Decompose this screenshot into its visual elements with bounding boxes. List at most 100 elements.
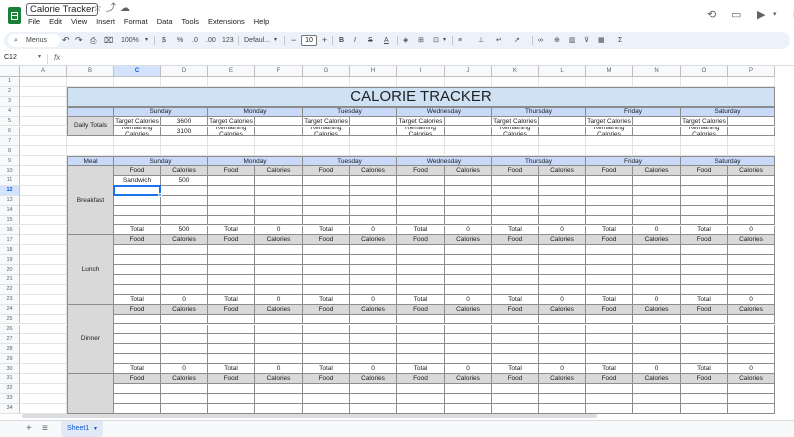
sheets-logo-icon[interactable] (8, 7, 21, 24)
row-header[interactable]: 16 (0, 225, 20, 236)
food-column-header[interactable]: Food (114, 166, 161, 176)
remaining-calories-label[interactable]: Remaining Calories (586, 126, 633, 137)
calories-entry[interactable] (445, 383, 492, 394)
food-column-header[interactable]: Food (208, 304, 255, 315)
food-entry[interactable] (208, 284, 255, 295)
calories-entry[interactable] (445, 265, 492, 275)
food-entry[interactable] (397, 195, 445, 206)
target-calories-label[interactable]: Target Calories (397, 116, 445, 127)
grid-cell[interactable] (492, 77, 539, 87)
calories-entry[interactable] (255, 334, 303, 345)
food-entry[interactable] (681, 334, 728, 345)
calories-entry[interactable] (539, 265, 586, 275)
food-entry[interactable] (492, 245, 539, 256)
grid-cell[interactable] (161, 77, 208, 87)
grid-cell[interactable] (20, 205, 67, 216)
meal-day-header[interactable]: Thursday (492, 156, 586, 167)
calories-entry[interactable] (161, 344, 208, 355)
calories-entry[interactable] (633, 314, 681, 325)
food-entry[interactable] (114, 245, 161, 256)
target-calories-value[interactable] (539, 116, 586, 127)
remaining-calories-label[interactable]: Remaining Calories (681, 126, 728, 137)
food-entry[interactable] (586, 393, 633, 404)
food-column-header[interactable]: Food (303, 235, 350, 246)
food-entry[interactable] (681, 403, 728, 414)
total-value[interactable]: 0 (633, 294, 681, 305)
sunday-target-value[interactable]: 3600 (161, 116, 208, 127)
food-column-header[interactable]: Food (586, 374, 633, 384)
grid-cell[interactable] (114, 136, 161, 147)
food-column-header[interactable]: Food (586, 166, 633, 176)
paint-format-icon[interactable]: ⌧ (104, 32, 113, 49)
food-entry[interactable] (303, 215, 350, 226)
row-header[interactable]: 7 (0, 136, 20, 147)
food-entry[interactable] (114, 344, 161, 355)
food-column-header[interactable]: Food (681, 166, 728, 176)
row-header[interactable]: 8 (0, 146, 20, 157)
day-header[interactable]: Monday (208, 106, 303, 117)
food-entry[interactable] (114, 324, 161, 335)
food-entry[interactable] (492, 284, 539, 295)
row-header[interactable]: 27 (0, 334, 20, 345)
food-entry[interactable] (492, 344, 539, 355)
row-header[interactable]: 30 (0, 364, 20, 374)
food-entry[interactable] (114, 334, 161, 345)
total-label[interactable]: Total (492, 364, 539, 374)
food-entry[interactable] (114, 393, 161, 404)
calories-entry[interactable] (633, 354, 681, 365)
total-label[interactable]: Total (208, 294, 255, 305)
functions-icon[interactable]: Σ (618, 32, 622, 49)
document-title[interactable]: Calorie Tracker (26, 3, 99, 16)
grid-cell[interactable] (208, 146, 255, 157)
food-entry[interactable] (114, 314, 161, 325)
calories-entry[interactable] (539, 245, 586, 256)
calories-entry[interactable] (161, 334, 208, 345)
filter-views-icon[interactable]: ▦ (598, 32, 605, 49)
column-header[interactable]: M (586, 66, 633, 77)
insert-chart-icon[interactable]: ▥ (569, 32, 576, 49)
total-value[interactable]: 0 (633, 364, 681, 374)
calories-entry[interactable] (445, 255, 492, 266)
food-column-header[interactable]: Food (303, 166, 350, 176)
remaining-calories-value[interactable] (728, 126, 775, 137)
comments-icon[interactable]: ▭ (731, 8, 741, 21)
name-box-dropdown-icon[interactable]: ▾ (38, 53, 41, 60)
grid-cell[interactable] (20, 314, 67, 325)
calories-entry[interactable] (633, 245, 681, 256)
star-icon[interactable]: ☆ (93, 3, 102, 15)
total-label[interactable]: Total (208, 364, 255, 374)
food-entry[interactable] (397, 403, 445, 414)
total-value[interactable]: 0 (539, 225, 586, 236)
calories-entry[interactable] (255, 403, 303, 414)
calories-entry[interactable] (539, 403, 586, 414)
calories-entry[interactable] (350, 215, 397, 226)
calories-entry[interactable] (539, 275, 586, 285)
calories-column-header[interactable]: Calories (350, 374, 397, 384)
food-entry[interactable] (114, 383, 161, 394)
grid-cell[interactable] (255, 136, 303, 147)
grid-cell[interactable] (20, 136, 67, 147)
calories-column-header[interactable]: Calories (728, 304, 775, 315)
calories-entry[interactable] (350, 205, 397, 216)
calories-entry[interactable] (633, 334, 681, 345)
row-header[interactable]: 10 (0, 166, 20, 176)
food-column-header[interactable]: Food (492, 304, 539, 315)
food-entry[interactable]: Sandwich (114, 176, 161, 186)
grid-cell[interactable] (539, 77, 586, 87)
column-header[interactable]: H (350, 66, 397, 77)
filter-icon[interactable]: ⊽ (584, 32, 589, 49)
meet-dropdown-icon[interactable]: ▾ (773, 10, 777, 18)
grid-cell[interactable] (586, 136, 633, 147)
calories-column-header[interactable]: Calories (255, 235, 303, 246)
grid-cell[interactable] (20, 126, 67, 137)
calories-entry[interactable] (728, 265, 775, 275)
calories-entry[interactable] (255, 195, 303, 206)
day-header[interactable]: Friday (586, 106, 681, 117)
food-entry[interactable] (586, 314, 633, 325)
calories-column-header[interactable]: Calories (161, 166, 208, 176)
calories-entry[interactable] (350, 255, 397, 266)
day-header[interactable]: Wednesday (397, 106, 492, 117)
grid-cell[interactable] (67, 146, 114, 157)
total-value[interactable]: 0 (445, 364, 492, 374)
day-header[interactable]: Sunday (114, 106, 208, 117)
